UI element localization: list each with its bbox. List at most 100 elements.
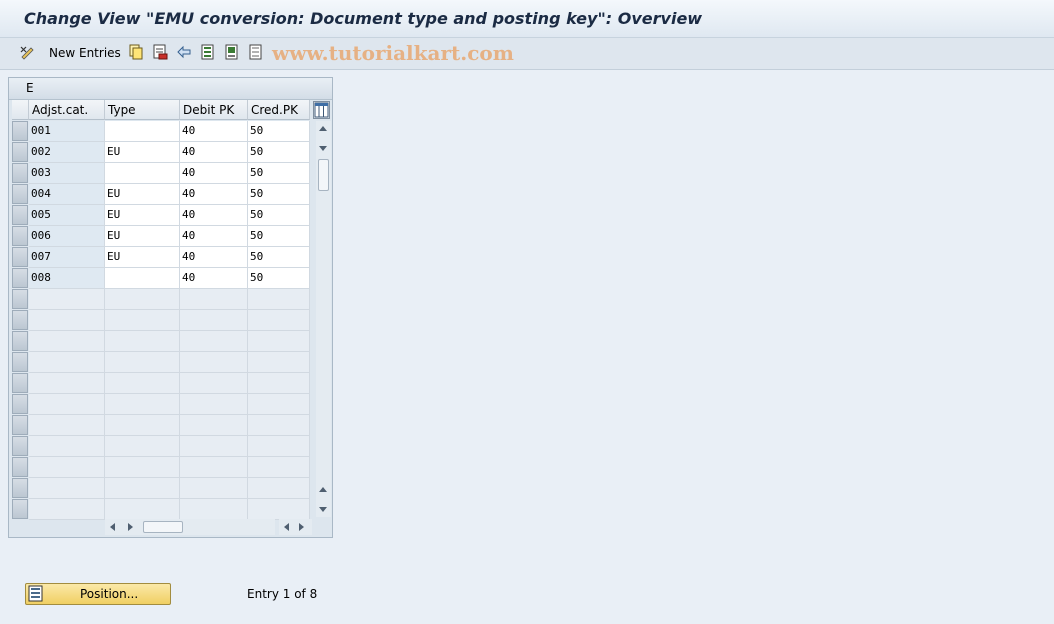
row-selector[interactable] [12,352,28,372]
row-selector[interactable] [12,331,28,351]
copy-as-icon[interactable] [127,43,145,61]
empty-cell [29,352,105,373]
empty-cell [248,373,310,394]
column-header-adjst-cat[interactable]: Adjst.cat. [29,100,105,120]
debit-pk-input[interactable]: 40 [180,142,248,163]
scroll-right-icon[interactable] [128,523,133,531]
scroll-up-bottom-icon[interactable] [319,487,327,492]
row-selector[interactable] [12,226,28,246]
debit-pk-input[interactable]: 40 [180,163,248,184]
scroll-down-bottom-icon[interactable] [319,507,327,512]
horizontal-scrollbar-left[interactable] [105,519,275,535]
type-input[interactable]: EU [105,184,180,205]
delete-icon[interactable] [151,43,169,61]
empty-cell [29,415,105,436]
title-bar: Change View "EMU conversion: Document ty… [0,0,1054,38]
debit-pk-input[interactable]: 40 [180,184,248,205]
horizontal-scrollbar-right[interactable] [279,519,312,535]
row-selector[interactable] [12,415,28,435]
empty-cell [248,478,310,499]
type-input[interactable] [105,268,180,289]
display-change-icon[interactable] [19,43,37,61]
debit-pk-input[interactable]: 40 [180,226,248,247]
scroll-up-icon[interactable] [319,126,327,131]
column-header-type[interactable]: Type [105,100,180,120]
type-input[interactable]: EU [105,205,180,226]
cred-pk-input[interactable]: 50 [248,205,310,226]
row-selector[interactable] [12,457,28,477]
type-input[interactable]: EU [105,142,180,163]
horizontal-scroll-thumb[interactable] [143,521,183,533]
undo-change-icon[interactable] [175,43,193,61]
empty-cell [29,478,105,499]
row-selector[interactable] [12,310,28,330]
debit-pk-input[interactable]: 40 [180,205,248,226]
empty-cell [105,352,180,373]
cred-pk-input[interactable]: 50 [248,121,310,142]
type-input[interactable] [105,163,180,184]
table-control: E Adjst.cat. Type Debit PK Cred.PK 001 4… [8,77,333,538]
scroll-left-icon[interactable] [110,523,115,531]
scroll-down-icon[interactable] [319,146,327,151]
scroll-right-icon[interactable] [299,523,304,531]
empty-cell [248,352,310,373]
type-input[interactable]: EU [105,226,180,247]
vertical-scroll-thumb[interactable] [318,159,329,191]
empty-cell [248,436,310,457]
new-entries-button[interactable]: New Entries [49,46,121,60]
adjst-cat-cell: 005 [29,205,105,226]
cred-pk-input[interactable]: 50 [248,184,310,205]
type-input[interactable] [105,121,180,142]
adjst-cat-cell: 001 [29,121,105,142]
entry-info: Entry 1 of 8 [247,587,318,601]
cred-pk-input[interactable]: 50 [248,268,310,289]
cred-pk-input[interactable]: 50 [248,163,310,184]
empty-cell [180,436,248,457]
empty-cell [248,289,310,310]
empty-cell [29,394,105,415]
debit-pk-input[interactable]: 40 [180,268,248,289]
cred-pk-input[interactable]: 50 [248,226,310,247]
row-selector[interactable] [12,121,28,141]
window-title: Change View "EMU conversion: Document ty… [24,9,703,28]
debit-pk-input[interactable]: 40 [180,247,248,268]
row-selector[interactable] [12,142,28,162]
row-selector[interactable] [12,499,28,519]
row-selector[interactable] [12,478,28,498]
select-block-icon[interactable] [223,43,241,61]
row-selector[interactable] [12,268,28,288]
column-header-cred-pk[interactable]: Cred.PK [248,100,310,120]
row-selector[interactable] [12,289,28,309]
adjst-cat-cell: 008 [29,268,105,289]
empty-cell [105,331,180,352]
table-title: E [26,81,34,95]
vertical-scrollbar[interactable] [316,121,331,517]
cred-pk-input[interactable]: 50 [248,142,310,163]
adjst-cat-cell: 006 [29,226,105,247]
row-selector[interactable] [12,184,28,204]
empty-cell [180,289,248,310]
row-selector[interactable] [12,373,28,393]
empty-cell [180,499,248,520]
scroll-left-icon[interactable] [284,523,289,531]
row-selector[interactable] [12,163,28,183]
empty-cell [180,457,248,478]
empty-cell [29,331,105,352]
row-selector[interactable] [12,247,28,267]
empty-cell [29,310,105,331]
empty-cell [29,457,105,478]
debit-pk-input[interactable]: 40 [180,121,248,142]
select-all-rows-corner[interactable] [12,100,29,120]
column-settings-icon[interactable] [313,101,330,119]
row-selector[interactable] [12,394,28,414]
empty-cell [180,415,248,436]
empty-cell [180,310,248,331]
deselect-all-icon[interactable] [247,43,265,61]
row-selector[interactable] [12,205,28,225]
select-all-icon[interactable] [199,43,217,61]
row-selector[interactable] [12,436,28,456]
cred-pk-input[interactable]: 50 [248,247,310,268]
position-button[interactable]: Position... [25,583,171,605]
type-input[interactable]: EU [105,247,180,268]
column-header-debit-pk[interactable]: Debit PK [180,100,248,120]
